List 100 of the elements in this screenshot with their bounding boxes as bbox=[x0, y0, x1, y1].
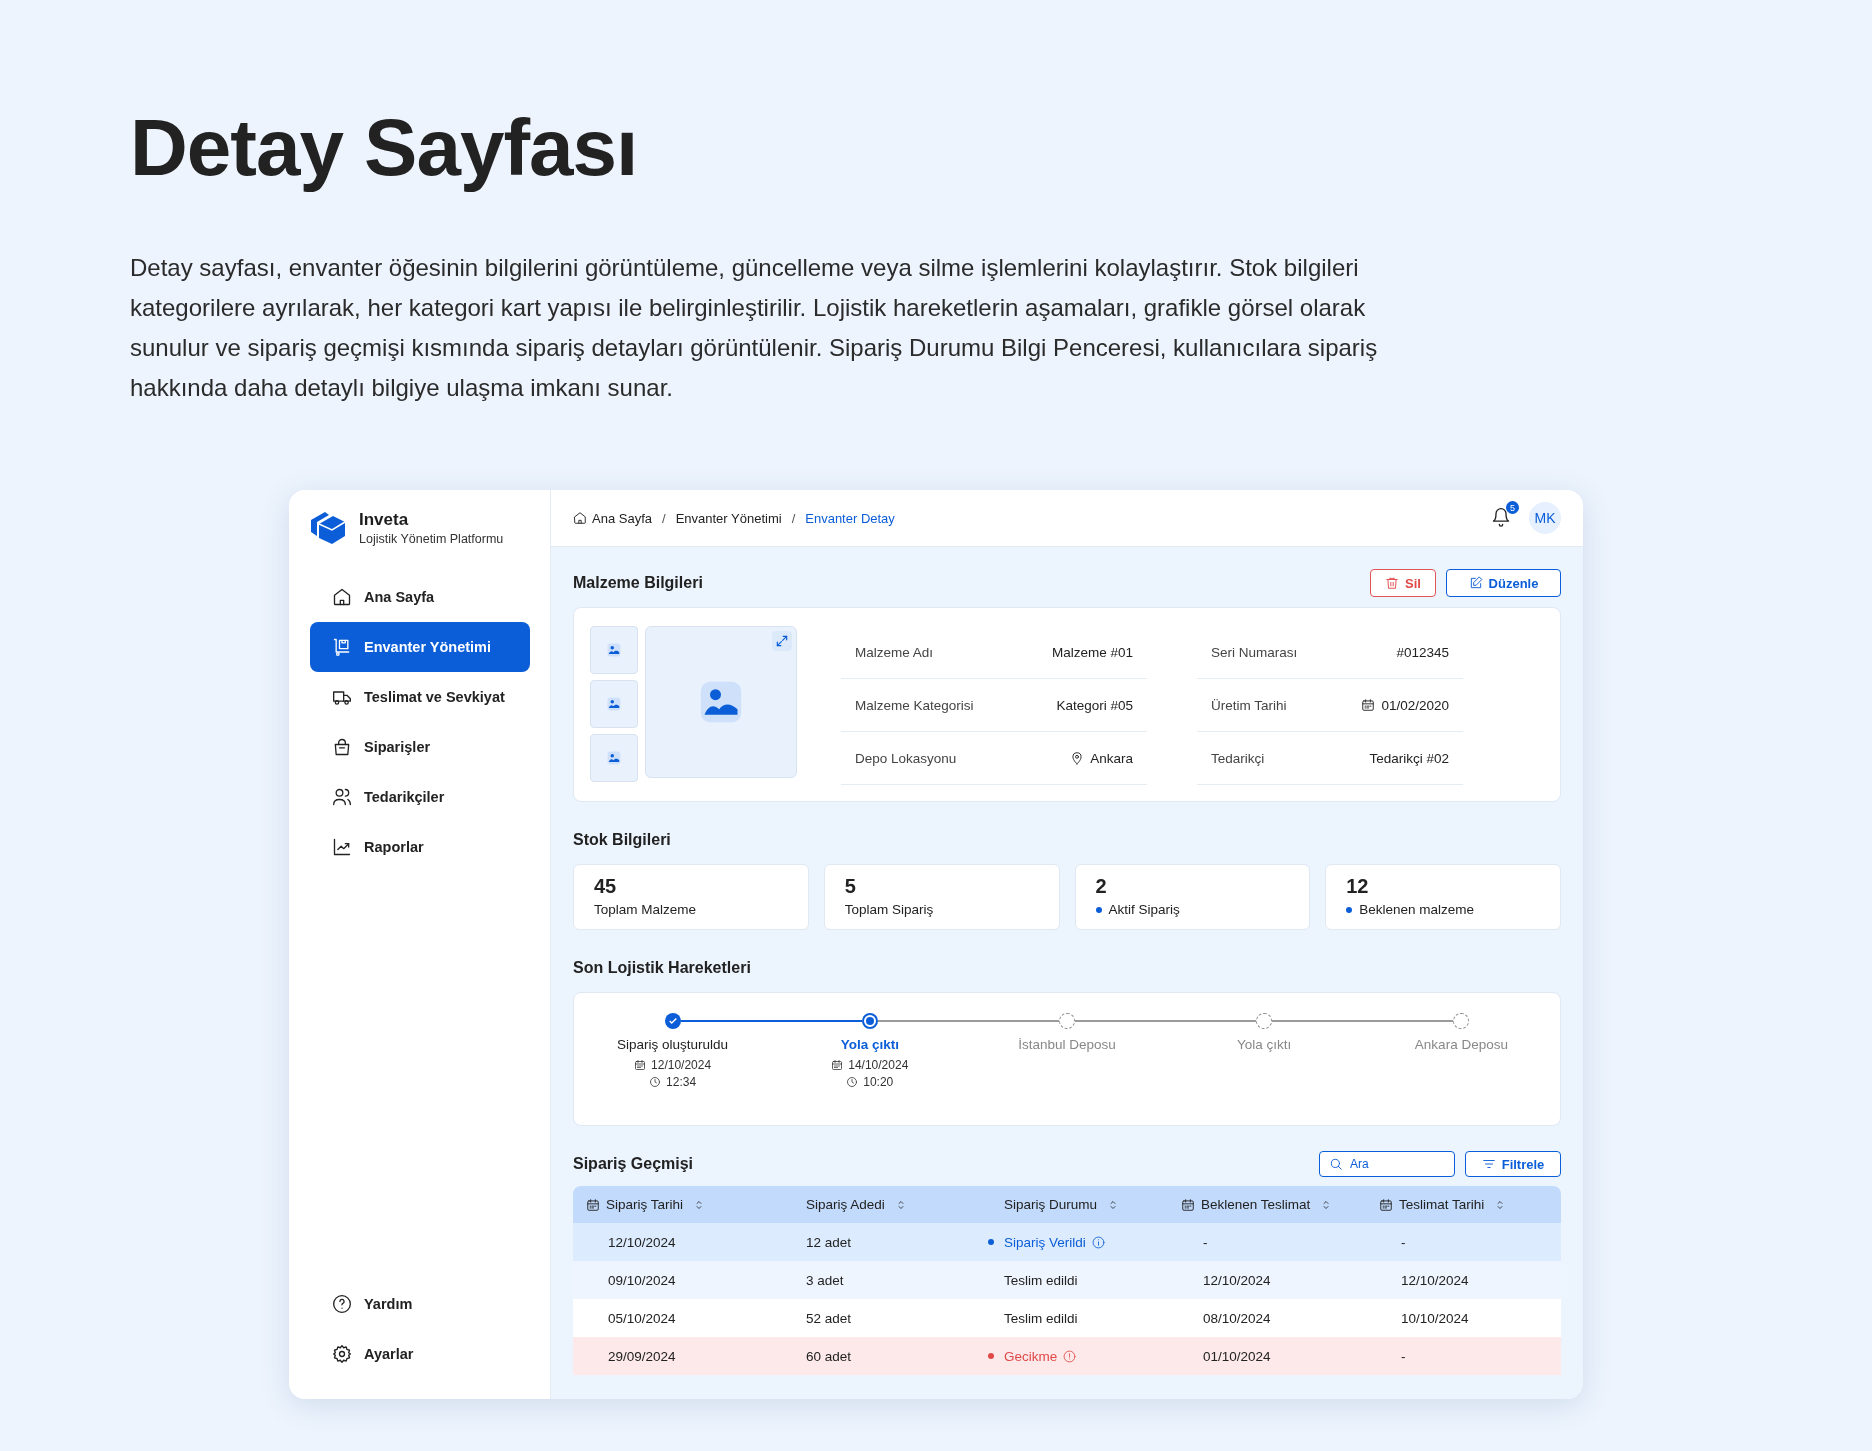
table-cell-text: 52 adet bbox=[806, 1310, 853, 1326]
table-cell-text: 05/10/2024 bbox=[608, 1310, 677, 1326]
order-status: Sipariş Verildi bbox=[1004, 1234, 1086, 1250]
breadcrumb-link[interactable]: Envanter Yönetimi bbox=[675, 510, 782, 526]
expand-icon bbox=[775, 634, 789, 648]
trolley-icon bbox=[332, 637, 352, 657]
notification-badge: 5 bbox=[1506, 501, 1519, 514]
image-thumbnail[interactable] bbox=[590, 734, 638, 782]
field-label: Tedarikçi bbox=[1211, 750, 1266, 766]
table-cell-text: 12/10/2024 bbox=[608, 1234, 677, 1250]
field-label: Malzeme Adı bbox=[855, 644, 935, 660]
trash-icon bbox=[1385, 576, 1400, 590]
user-avatar[interactable]: MK bbox=[1529, 502, 1561, 534]
table-row[interactable]: 29/09/2024 60 adet Gecikme 01/10/2024 - bbox=[573, 1337, 1561, 1375]
breadcrumb-separator: / bbox=[662, 510, 666, 526]
nav-item[interactable]: Teslimat ve Sevkiyat bbox=[310, 672, 530, 722]
field-value: Tedarikçi #02 bbox=[1369, 750, 1449, 766]
stat-label: Beklenen malzeme bbox=[1359, 902, 1475, 917]
nav-item[interactable]: Siparişler bbox=[310, 722, 530, 772]
table-cell-text: 29/09/2024 bbox=[608, 1348, 677, 1364]
stat-label: Toplam Sipariş bbox=[844, 902, 934, 917]
field-label: Seri Numarası bbox=[1211, 644, 1299, 660]
search-icon bbox=[1329, 1157, 1343, 1171]
stat-value: 45 bbox=[594, 875, 618, 898]
stat-value: 5 bbox=[844, 875, 857, 898]
table-cell-text: - bbox=[1401, 1348, 1407, 1364]
field-label: Üretim Tarihi bbox=[1211, 697, 1288, 713]
column-header[interactable]: Beklenen Teslimat bbox=[1201, 1197, 1311, 1212]
home-icon bbox=[573, 511, 587, 525]
page-description: Detay sayfası, envanter öğesinin bilgilerini görüntüleme, güncelleme veya silme işlemlerini kolaylaştırır. Stok bilgileri kategorilere ayrılarak, her kategori kart yapısı ile belirginleştirilir. Lojistik hareketlerin aşamaları, grafikle görsel olarak sunulur ve sipariş geçmişi kısmında sipariş detayları görüntülenir. Sipariş Durumu Bilgi Penceresi, kullanıcılara sipariş hakkında daha detaylı bilgiye ulaşma imkanı sunar. bbox=[130, 253, 1379, 403]
field-label: Malzeme Kategorisi bbox=[855, 697, 975, 713]
nav-item[interactable]: Ana Sayfa bbox=[310, 572, 530, 622]
field-value: Ankara bbox=[1090, 750, 1133, 766]
filter-button[interactable]: Filtrele bbox=[1465, 1151, 1561, 1177]
table-row[interactable]: 12/10/2024 12 adet Sipariş Verildi - - bbox=[573, 1223, 1561, 1261]
users-icon bbox=[332, 787, 352, 807]
field-value: #012345 bbox=[1396, 644, 1449, 660]
stat-value: 2 bbox=[1095, 875, 1108, 898]
image-thumbnail[interactable] bbox=[590, 626, 638, 674]
bag-icon bbox=[332, 737, 352, 757]
notification-bell-icon bbox=[1491, 507, 1511, 527]
column-header[interactable]: Sipariş Durumu bbox=[1004, 1197, 1098, 1212]
table-cell-text: 3 adet bbox=[806, 1272, 845, 1288]
breadcrumb-link[interactable]: Ana Sayfa bbox=[573, 510, 652, 526]
logo-icon bbox=[309, 510, 347, 546]
field-label: Depo Lokasyonu bbox=[855, 750, 958, 766]
step-label: Yola çıktı bbox=[840, 1037, 899, 1052]
step-time: 10:20 bbox=[863, 1075, 894, 1089]
nav-item[interactable]: Yardım bbox=[310, 1279, 530, 1329]
image-icon bbox=[607, 697, 621, 711]
image-thumbnail[interactable] bbox=[590, 680, 638, 728]
edit-button[interactable]: Düzenle bbox=[1446, 569, 1561, 597]
step-label: Sipariş oluşturuldu bbox=[617, 1037, 729, 1052]
column-header[interactable]: Sipariş Adedi bbox=[806, 1197, 885, 1212]
calendar-icon bbox=[1379, 1197, 1393, 1212]
status-dot bbox=[988, 1239, 994, 1245]
table-cell-text: 08/10/2024 bbox=[1203, 1310, 1272, 1326]
alert-icon bbox=[1063, 1349, 1077, 1363]
nav-item[interactable]: Tedarikçiler bbox=[310, 772, 530, 822]
stat-label: Aktif Sipariş bbox=[1108, 902, 1180, 917]
order-status: Gecikme bbox=[1004, 1348, 1058, 1364]
table-cell-text: 10/10/2024 bbox=[1401, 1310, 1470, 1326]
order-status: Teslim edildi bbox=[1004, 1310, 1078, 1326]
table-cell-text: 12/10/2024 bbox=[1401, 1272, 1470, 1288]
delete-button[interactable]: Sil bbox=[1370, 569, 1436, 597]
clock-icon bbox=[649, 1076, 662, 1088]
table-row[interactable]: 05/10/2024 52 adet Teslim edildi 08/10/2024 10/10/2024 bbox=[573, 1299, 1561, 1337]
table-cell-text: 12 adet bbox=[806, 1234, 853, 1250]
field-value: 01/02/2020 bbox=[1381, 697, 1449, 713]
breadcrumb-link[interactable]: Envanter Detay bbox=[805, 510, 895, 526]
expand-button[interactable] bbox=[772, 631, 792, 651]
image-icon bbox=[607, 643, 621, 657]
nav-item[interactable]: Raporlar bbox=[310, 822, 530, 872]
status-dot bbox=[988, 1353, 994, 1359]
calendar-icon bbox=[634, 1059, 647, 1071]
column-header[interactable]: Sipariş Tarihi bbox=[606, 1197, 684, 1212]
search-field[interactable]: Ara bbox=[1319, 1151, 1455, 1177]
nav-item[interactable]: Envanter Yönetimi bbox=[310, 622, 530, 672]
table-cell-text: - bbox=[1401, 1234, 1407, 1250]
table-cell-text: 01/10/2024 bbox=[1203, 1348, 1272, 1364]
brand-name: Inveta bbox=[359, 510, 410, 530]
calendar-icon bbox=[1361, 698, 1376, 712]
field-value: Kategori #05 bbox=[1056, 697, 1133, 713]
step-label: İstanbul Deposu bbox=[1018, 1037, 1116, 1052]
table-cell-text: - bbox=[1203, 1234, 1209, 1250]
stat-value: 12 bbox=[1346, 875, 1370, 898]
calendar-icon bbox=[1181, 1197, 1195, 1212]
section-title: Sipariş Geçmişi bbox=[573, 1155, 695, 1173]
column-header[interactable]: Teslimat Tarihi bbox=[1399, 1197, 1485, 1212]
help-icon bbox=[332, 1294, 352, 1314]
step-time: 12:34 bbox=[666, 1075, 697, 1089]
calendar-icon bbox=[831, 1059, 844, 1071]
table-cell-text: 12/10/2024 bbox=[1203, 1272, 1272, 1288]
step-label: Yola çıktı bbox=[1237, 1037, 1292, 1052]
nav-item[interactable]: Ayarlar bbox=[310, 1329, 530, 1379]
step-date: 12/10/2024 bbox=[651, 1058, 712, 1072]
home-icon bbox=[332, 587, 352, 607]
settings-icon bbox=[332, 1344, 352, 1364]
page-title: Detay Sayfası bbox=[130, 102, 639, 194]
filter-icon bbox=[1481, 1157, 1496, 1171]
